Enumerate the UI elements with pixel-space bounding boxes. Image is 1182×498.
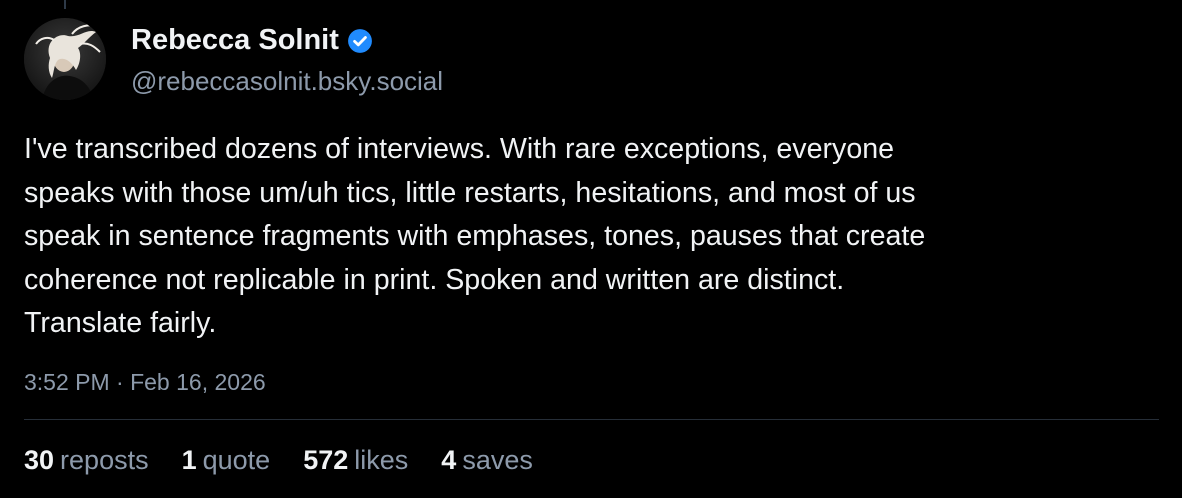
- post-timestamp: 3:52 PM · Feb 16, 2026: [24, 369, 266, 395]
- saves-count: 4: [441, 445, 457, 475]
- likes-label: likes: [354, 445, 409, 475]
- post-text: I've transcribed dozens of interviews. W…: [24, 133, 926, 339]
- likes-stat[interactable]: 572 likes: [303, 442, 408, 478]
- quotes-label: quote: [202, 445, 271, 475]
- reposts-label: reposts: [60, 445, 149, 475]
- post-stats: 30 reposts 1 quote 572 likes 4 saves: [24, 442, 566, 478]
- thread-connector-line: [64, 0, 66, 9]
- likes-count: 572: [303, 445, 349, 475]
- verified-badge-icon[interactable]: [347, 27, 373, 53]
- quotes-count: 1: [181, 445, 197, 475]
- author-display-name[interactable]: Rebecca Solnit: [131, 22, 373, 58]
- saves-stat[interactable]: 4 saves: [441, 442, 533, 478]
- saves-label: saves: [462, 445, 533, 475]
- author-name-text[interactable]: Rebecca Solnit: [131, 22, 339, 58]
- reposts-stat[interactable]: 30 reposts: [24, 442, 149, 478]
- author-handle[interactable]: @rebeccasolnit.bsky.social: [131, 65, 443, 97]
- reposts-count: 30: [24, 445, 55, 475]
- quotes-stat[interactable]: 1 quote: [182, 442, 271, 478]
- divider: [24, 419, 1159, 420]
- avatar[interactable]: [24, 18, 106, 100]
